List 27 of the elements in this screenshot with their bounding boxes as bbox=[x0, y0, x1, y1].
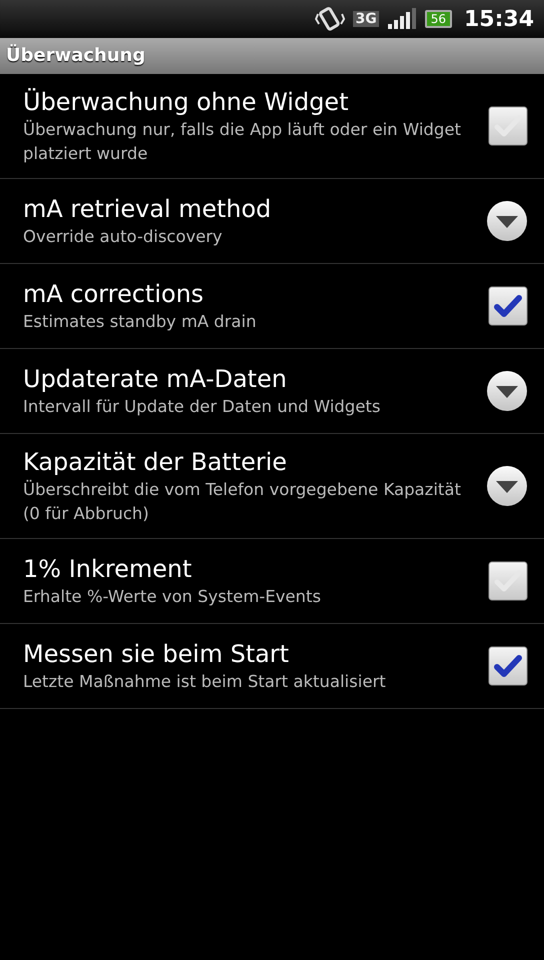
clock: 15:34 bbox=[464, 6, 534, 32]
preference-title: Updaterate mA-Daten bbox=[23, 364, 288, 395]
preference-summary: Intervall für Update der Daten und Widgets bbox=[23, 396, 382, 418]
signal-icon bbox=[386, 8, 417, 30]
preference-summary: Letzte Maßnahme ist beim Start aktualisiert bbox=[23, 671, 387, 693]
checkbox[interactable] bbox=[488, 561, 528, 601]
battery-level: 56 bbox=[424, 10, 452, 28]
dropdown-icon[interactable] bbox=[486, 200, 528, 242]
checkbox[interactable] bbox=[488, 646, 528, 686]
preference-title: 1% Inkrement bbox=[23, 554, 193, 585]
preference-summary: Überwachung nur, falls die App läuft oder ein Widget platziert wurde bbox=[23, 118, 462, 165]
category-header: Überwachung bbox=[0, 38, 544, 74]
dropdown-icon[interactable] bbox=[486, 370, 528, 412]
vibrate-icon bbox=[315, 6, 346, 32]
network-type: 3G bbox=[353, 11, 379, 27]
preference-title: mA corrections bbox=[23, 279, 205, 310]
preference-summary: Erhalte %-Werte von System-Events bbox=[23, 586, 322, 608]
preference-title: Kapazität der Batterie bbox=[23, 447, 288, 478]
preference-title: Messen sie beim Start bbox=[23, 639, 290, 670]
preference-summary: Überschreibt die vom Telefon vorgegebene Kapazität (0 für Abbruch) bbox=[23, 478, 462, 525]
preference-title: mA retrieval method bbox=[23, 194, 272, 225]
checkbox[interactable] bbox=[488, 286, 528, 326]
preference-title: Überwachung ohne Widget bbox=[23, 87, 350, 118]
checkbox[interactable] bbox=[488, 106, 528, 146]
preference-summary: Override auto-discovery bbox=[23, 226, 224, 248]
dropdown-icon[interactable] bbox=[486, 465, 528, 507]
preference-summary: Estimates standby mA drain bbox=[23, 311, 258, 333]
